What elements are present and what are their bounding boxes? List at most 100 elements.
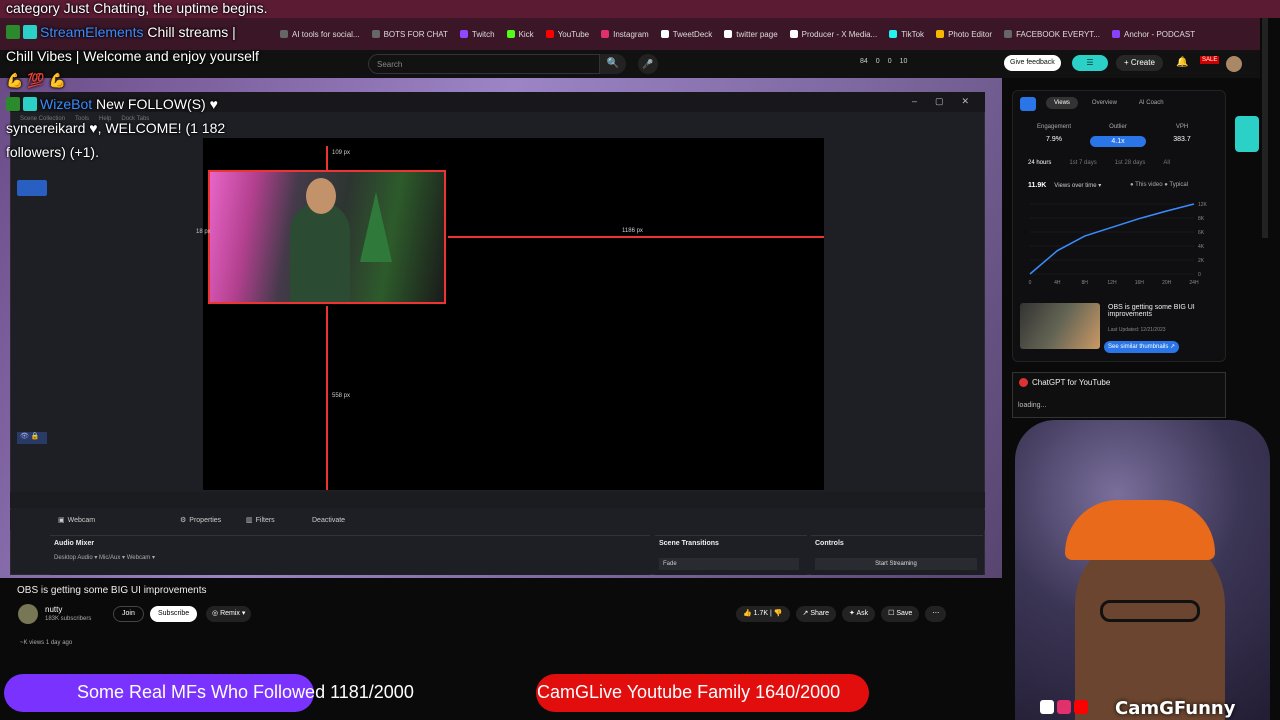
bookmark-item[interactable]: twitter page [724, 29, 778, 39]
guide-label-top: 109 px [332, 150, 351, 156]
bookmark-item[interactable]: Anchor - PODCAST [1111, 30, 1195, 39]
give-feedback-button[interactable]: Give feedback [1004, 55, 1061, 71]
source-toolbar: ▣ Webcam ⚙ Properties ▥ Filters Deactiva… [10, 510, 985, 530]
channel-avatar[interactable] [18, 604, 38, 624]
chat-message: Chill streams | [143, 24, 236, 40]
chart-x-ticks: 0 4H 8H 12H 16H 20H 24H [1029, 280, 1199, 286]
tab-views[interactable]: Views [1046, 97, 1078, 109]
sale-badge[interactable]: SALE [1200, 56, 1220, 64]
extension-side-icon[interactable] [1235, 116, 1259, 152]
remix-label: Remix [220, 610, 240, 617]
channel-name[interactable]: nutty [45, 605, 62, 614]
bookmark-label: twitter page [736, 29, 778, 39]
more-icon[interactable]: ⋯ [925, 606, 947, 622]
video-thumbnail[interactable] [1020, 303, 1100, 349]
similar-thumbnails-button[interactable]: See similar thumbnails ↗ [1104, 341, 1180, 353]
guide-label-left: 18 px [196, 229, 211, 235]
bookmark-item[interactable]: Photo Editor [936, 30, 992, 39]
instagram-icon [1057, 700, 1071, 714]
deactivate-label: Deactivate [312, 516, 346, 524]
tab-overview[interactable]: Overview [1084, 97, 1125, 109]
chart-grid [1030, 203, 1194, 275]
channel-subscribers: 183K subscribers [45, 616, 92, 622]
time-range-tabs: 24 hours 1st 7 days 1st 28 days All [1028, 160, 1170, 166]
subscribe-button[interactable]: Subscribe [150, 606, 198, 622]
chat-username: WizeBot [40, 96, 93, 112]
chat-line: StreamElements Chill streams | [6, 20, 316, 44]
streamer-webcam [1015, 420, 1270, 720]
bookmark-item[interactable]: Kick [506, 30, 534, 39]
subscriber-goal-text: CamGLive Youtube Family 1640/2000 [537, 682, 841, 702]
metric-engagement: Engagement 7.9% [1026, 124, 1082, 143]
save-label: Save [896, 610, 913, 617]
webcam-source[interactable] [208, 170, 446, 304]
bookmark-icon [1111, 30, 1120, 38]
metric-outlier: Outlier 4.1x [1090, 124, 1146, 147]
properties-button[interactable]: ⚙ Properties [180, 516, 221, 525]
minimize-icon[interactable]: – [912, 96, 917, 107]
views-metric-select[interactable]: Views over time ▾ [1054, 182, 1101, 189]
vidiq-extension-button[interactable]: ☰ [1072, 55, 1108, 71]
join-button[interactable]: Join [113, 606, 144, 622]
follower-goal-text: Some Real MFs Who Followed 1181/2000 [77, 682, 414, 702]
guide-label-bottom: 558 px [332, 393, 351, 399]
save-button[interactable]: ☐ Save [881, 606, 920, 622]
x-tick-label: 16H [1135, 280, 1145, 286]
bookmark-icon [789, 30, 798, 38]
scene-item-selected[interactable] [17, 180, 47, 196]
tab-28-days[interactable]: 1st 28 days [1115, 160, 1146, 166]
start-streaming-button[interactable]: Start Streaming [815, 558, 977, 570]
bookmark-item[interactable]: Instagram [601, 30, 649, 39]
close-icon[interactable]: ✕ [962, 96, 970, 107]
search-icon[interactable]: 🔍 [600, 54, 626, 74]
y-tick-label: 4K [1198, 244, 1205, 250]
tab-all[interactable]: All [1163, 160, 1170, 166]
chat-emotes: 💪 💯 💪 [6, 72, 67, 88]
source-name: ▣ Webcam [58, 516, 96, 525]
views-chart: 0 4H 8H 12H 16H 20H 24H 12K 8K 6K 4K 2K 0 [1029, 202, 1208, 286]
x-tick-label: 24H [1189, 280, 1199, 286]
filters-button[interactable]: ▥ Filters [246, 516, 275, 525]
x-tick-label: 20H [1162, 280, 1172, 286]
bookmark-item[interactable]: FACEBOOK EVERYT... [1004, 30, 1100, 39]
bookmark-item[interactable]: TikTok [889, 30, 924, 39]
tab-24-hours[interactable]: 24 hours [1028, 160, 1051, 166]
scrollbar[interactable] [1262, 18, 1268, 238]
transition-select[interactable]: Fade [659, 558, 799, 570]
x-tick-label: 12H [1107, 280, 1117, 286]
metric-value[interactable]: 4.1x [1090, 136, 1146, 147]
audio-mixer-dock: Audio Mixer Desktop Audio ▾ Mic/Aux ▾ We… [50, 535, 650, 575]
search-input[interactable]: Search [368, 54, 600, 74]
obs-docks: Audio Mixer Desktop Audio ▾ Mic/Aux ▾ We… [10, 535, 985, 575]
create-button[interactable]: + Create [1116, 55, 1163, 71]
metric-label: Outlier [1109, 124, 1127, 130]
bookmark-item[interactable]: BOTS FOR CHAT [371, 30, 448, 39]
like-button[interactable]: 👍 1.7K | 👎 [736, 606, 790, 622]
bookmark-item[interactable]: YouTube [545, 30, 589, 39]
stat-value: 0 [887, 58, 892, 65]
maximize-icon[interactable]: ▢ [935, 96, 944, 107]
bookmark-item[interactable]: Twitch [459, 30, 495, 39]
eye-icon[interactable]: 👁 🔒 [17, 432, 47, 444]
bookmark-icon [371, 30, 380, 38]
bookmark-item[interactable]: Producer - X Media... [789, 29, 878, 39]
ask-button[interactable]: ✦ Ask [842, 606, 876, 622]
tab-ai-coach[interactable]: AI Coach [1131, 97, 1172, 109]
social-logos [1040, 700, 1088, 714]
bookmark-icon [660, 30, 669, 38]
bell-icon[interactable]: 🔔 [1176, 57, 1188, 68]
share-button[interactable]: ↗ Share [795, 606, 837, 622]
bookmark-item[interactable]: TweetDeck [660, 30, 712, 39]
avatar[interactable] [1226, 56, 1242, 72]
x-tick-label: 4H [1054, 280, 1061, 286]
filters-label: Filters [255, 516, 275, 524]
x-tick-label: 8H [1081, 280, 1088, 286]
bookmark-label: Producer - X Media... [801, 29, 878, 39]
deactivate-button[interactable]: Deactivate [312, 517, 345, 524]
bookmark-label: TikTok [901, 29, 925, 39]
tab-7-days[interactable]: 1st 7 days [1069, 160, 1096, 166]
remix-button[interactable]: ◎ Remix ▾ [206, 606, 252, 622]
microphone-icon[interactable]: 🎤 [638, 54, 658, 74]
ask-label: Ask [856, 610, 869, 617]
metric-value: 383.7 [1173, 136, 1191, 143]
